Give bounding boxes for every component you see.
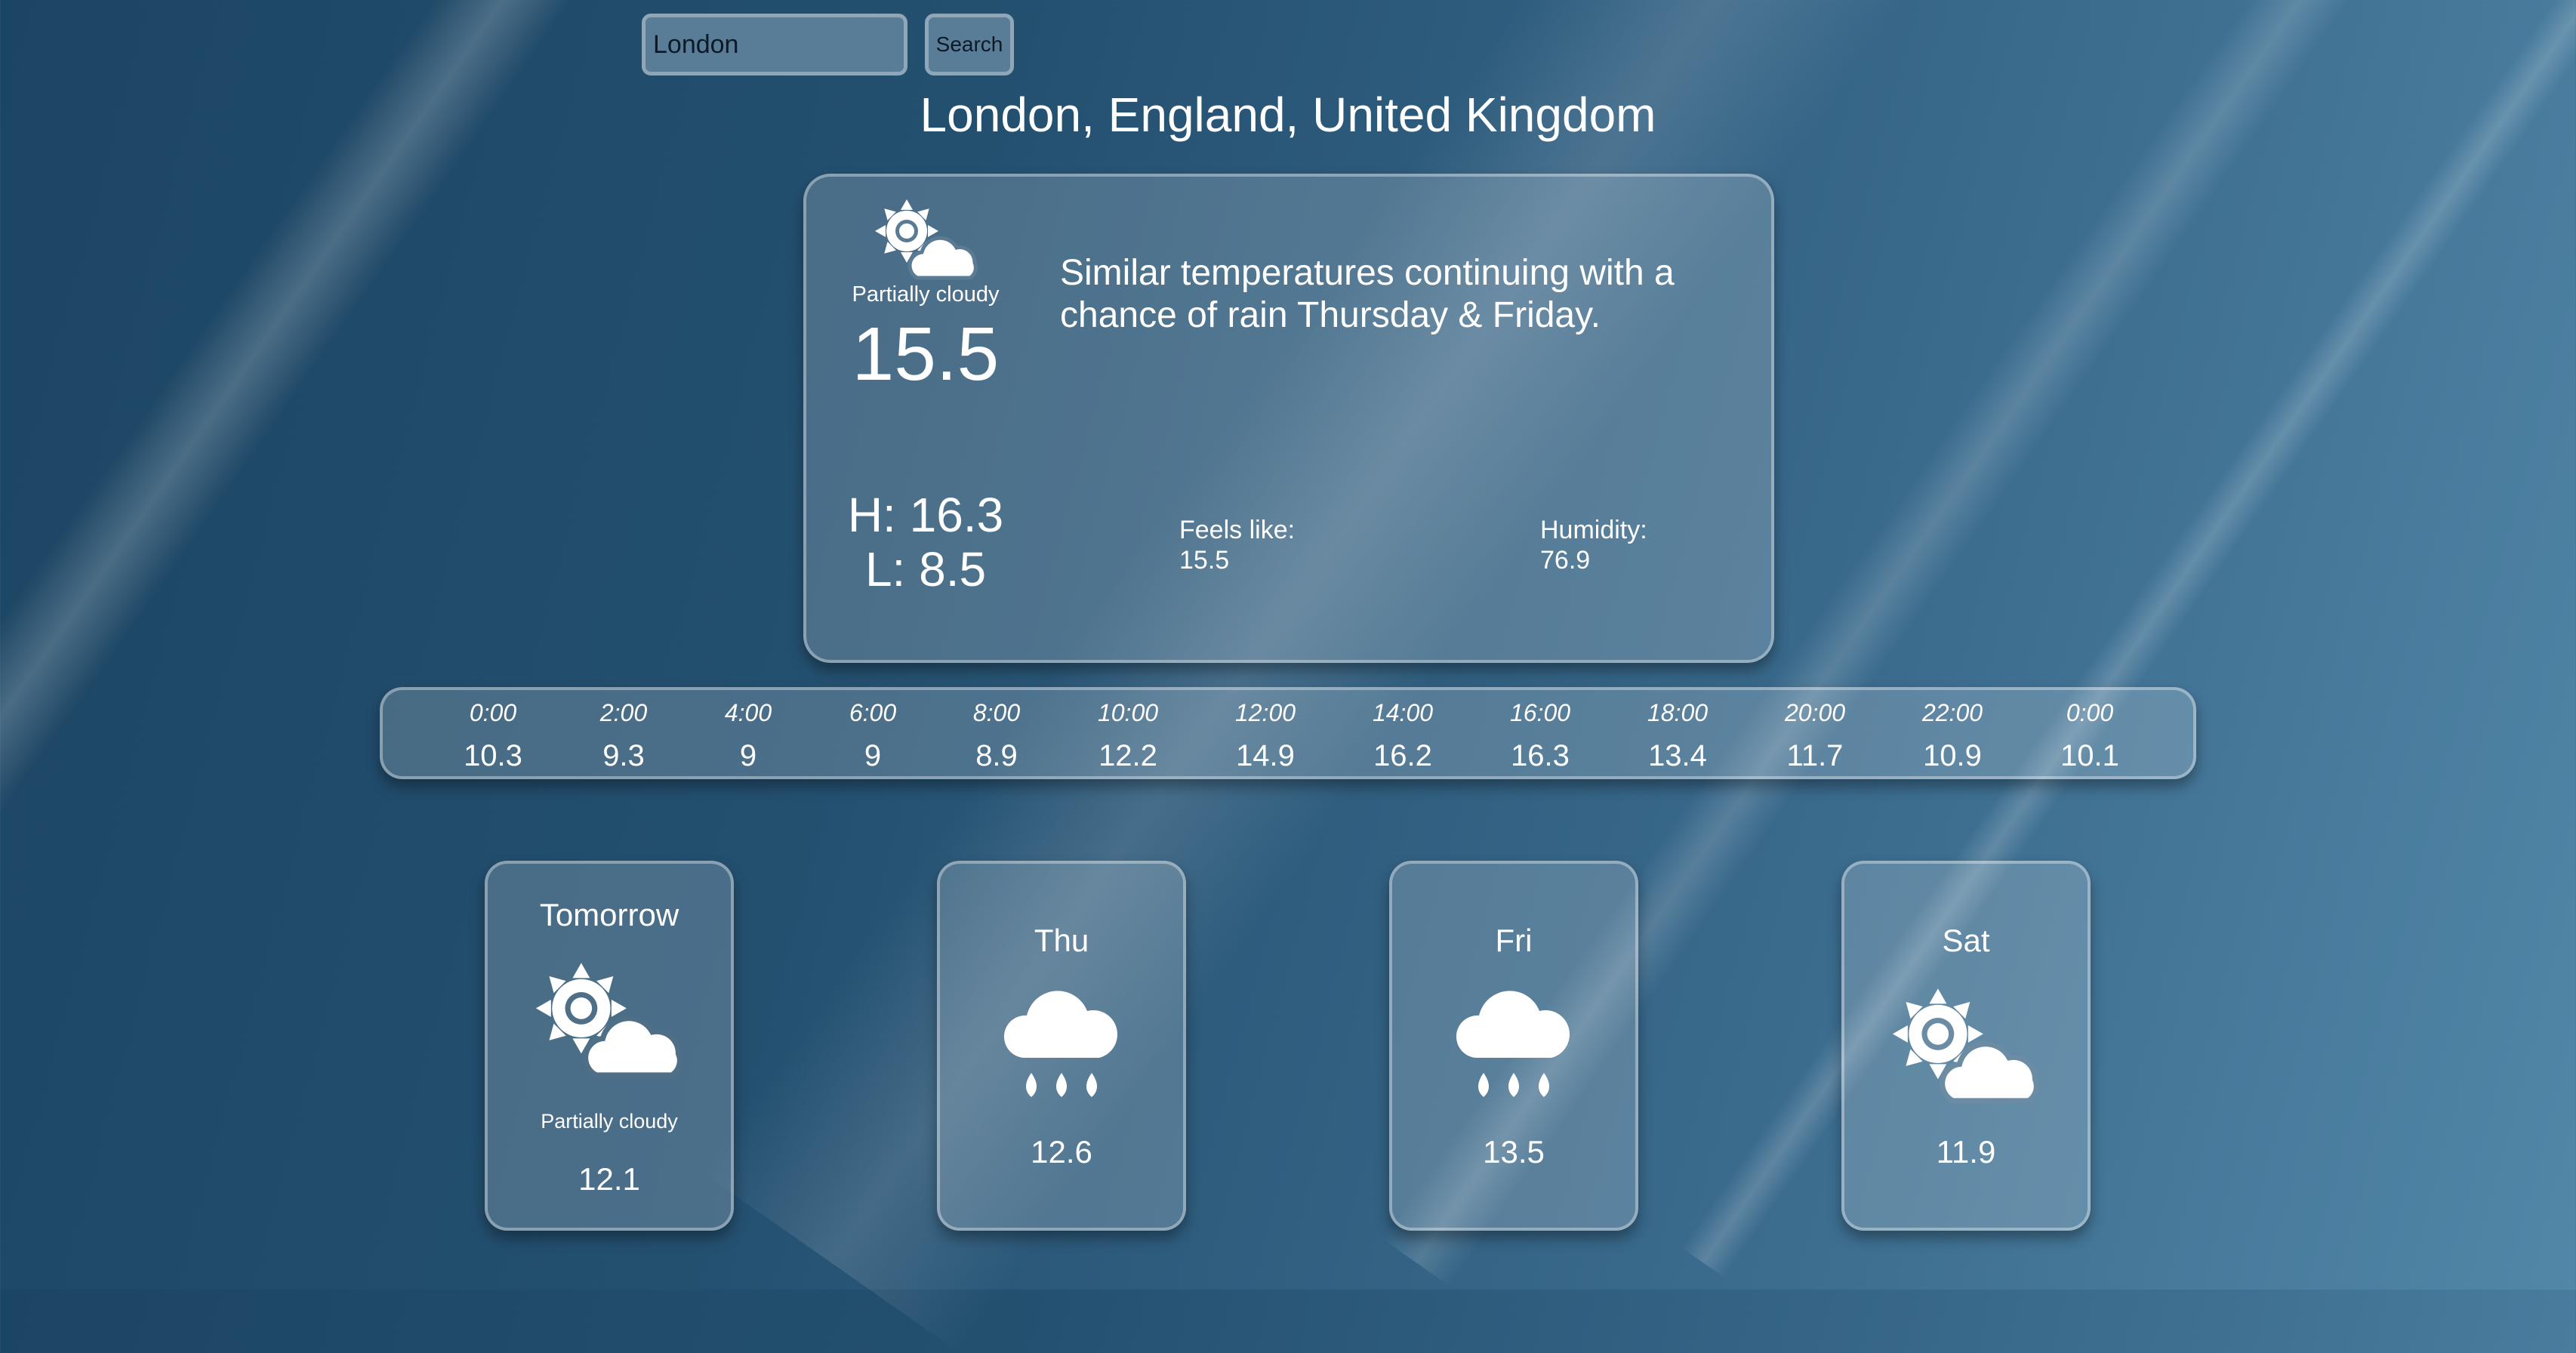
- high-low: H: 16.3 L: 8.5: [821, 488, 1030, 596]
- day-temperature: 12.6: [1031, 1134, 1092, 1170]
- current-weather-card: Partially cloudy 15.5 Similar temperatur…: [803, 174, 1774, 663]
- hour-time: 0:00: [469, 699, 517, 726]
- day-name: Fri: [1495, 923, 1533, 958]
- day-card-tomorrow: Tomorrow Partially cloudy 12.1: [485, 861, 734, 1231]
- day-card-sat: Sat 11.9: [1841, 861, 2091, 1231]
- hourly-item: 0:00 10.3: [436, 690, 550, 773]
- hour-time: 14:00: [1372, 699, 1434, 726]
- day-temperature: 13.5: [1483, 1134, 1545, 1170]
- location-title: London, England, United Kingdom: [920, 88, 1656, 142]
- day-condition: Partially cloudy: [541, 1110, 678, 1133]
- search-button[interactable]: Search: [925, 14, 1014, 76]
- hour-time: 22:00: [1921, 699, 1983, 726]
- day-card-fri: Fri 13.5: [1389, 861, 1638, 1231]
- day-temperature: 12.1: [578, 1161, 640, 1197]
- hourly-item: 10:00 12.2: [1071, 690, 1185, 773]
- hourly-item: 6:00 9: [816, 690, 929, 773]
- feels-like: Feels like: 15.5: [1179, 515, 1295, 575]
- feels-like-value: 15.5: [1179, 546, 1230, 575]
- hour-temperature: 10.1: [2060, 739, 2119, 772]
- partly-cloudy-icon: [875, 199, 978, 280]
- hour-time: 4:00: [724, 699, 772, 726]
- hour-time: 20:00: [1784, 699, 1846, 726]
- day-name: Thu: [1034, 923, 1089, 958]
- hour-temperature: 10.9: [1923, 739, 1982, 772]
- hourly-item: 18:00 13.4: [1621, 690, 1734, 773]
- partly-cloudy-icon: [1892, 988, 2039, 1104]
- partly-cloudy-icon: [535, 963, 683, 1078]
- hourly-item: 16:00 16.3: [1484, 690, 1597, 773]
- hour-temperature: 8.9: [975, 739, 1018, 772]
- hour-temperature: 16.2: [1373, 739, 1432, 772]
- hour-time: 2:00: [599, 699, 648, 726]
- hour-temperature: 9.3: [602, 739, 645, 772]
- current-condition: Partially cloudy: [852, 282, 1000, 307]
- hour-temperature: 11.7: [1786, 739, 1844, 772]
- day-card-thu: Thu 12.6: [937, 861, 1186, 1231]
- hour-temperature: 9: [739, 739, 757, 772]
- day-name: Sat: [1942, 923, 1990, 958]
- rain-icon: [1456, 991, 1570, 1097]
- hourly-item: 2:00 9.3: [567, 690, 680, 773]
- low-temperature: L: 8.5: [864, 542, 987, 596]
- hour-temperature: 13.4: [1648, 739, 1707, 772]
- hourly-item: 4:00 9: [692, 690, 805, 773]
- current-temperature: 15.5: [852, 312, 1000, 396]
- search-input[interactable]: [642, 14, 907, 76]
- day-name: Tomorrow: [539, 897, 679, 932]
- humidity: Humidity: 76.9: [1540, 515, 1647, 575]
- hour-temperature: 9: [864, 739, 882, 772]
- hour-time: 12:00: [1234, 699, 1296, 726]
- hour-time: 6:00: [849, 699, 897, 726]
- feels-like-label: Feels like:: [1179, 516, 1296, 544]
- humidity-value: 76.9: [1540, 546, 1591, 575]
- hourly-item: 12:00 14.9: [1209, 690, 1322, 773]
- hourly-item: 8:00 8.9: [940, 690, 1053, 773]
- hourly-item: 0:00 10.1: [2033, 690, 2146, 773]
- high-temperature: H: 16.3: [847, 488, 1004, 542]
- hour-temperature: 10.3: [464, 739, 522, 772]
- hour-time: 16:00: [1509, 699, 1571, 726]
- hour-temperature: 12.2: [1098, 739, 1157, 772]
- hour-time: 10:00: [1097, 699, 1159, 726]
- rain-icon: [1003, 991, 1118, 1097]
- background-light-ray: [1681, 0, 2576, 1278]
- hour-time: 18:00: [1647, 699, 1709, 726]
- forecast-description: Similar temperatures continuing with a c…: [1060, 253, 1675, 335]
- hourly-item: 22:00 10.9: [1896, 690, 2009, 773]
- hourly-item: 20:00 11.7: [1758, 690, 1872, 773]
- hour-temperature: 16.3: [1511, 739, 1570, 772]
- hour-time: 0:00: [2066, 699, 2114, 726]
- hour-time: 8:00: [972, 699, 1021, 726]
- hour-temperature: 14.9: [1236, 739, 1295, 772]
- day-temperature: 11.9: [1936, 1134, 1996, 1170]
- humidity-label: Humidity:: [1540, 516, 1647, 544]
- hourly-forecast-strip: 0:00 10.3 2:00 9.3 4:00 9 6:00 9 8:00 8.9 10:…: [380, 687, 2196, 779]
- hourly-item: 14:00 16.2: [1346, 690, 1459, 773]
